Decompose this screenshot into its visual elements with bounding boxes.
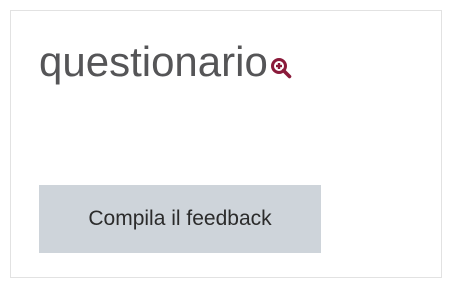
activity-card: questionario Compila il feedback xyxy=(10,10,442,278)
activity-title: questionario xyxy=(39,38,268,85)
fill-feedback-button[interactable]: Compila il feedback xyxy=(39,185,321,253)
activity-title-row: questionario xyxy=(39,41,292,83)
screenshot-frame: questionario Compila il feedback xyxy=(0,0,452,289)
fill-feedback-label: Compila il feedback xyxy=(88,207,272,230)
zoom-in-icon[interactable] xyxy=(270,57,292,79)
